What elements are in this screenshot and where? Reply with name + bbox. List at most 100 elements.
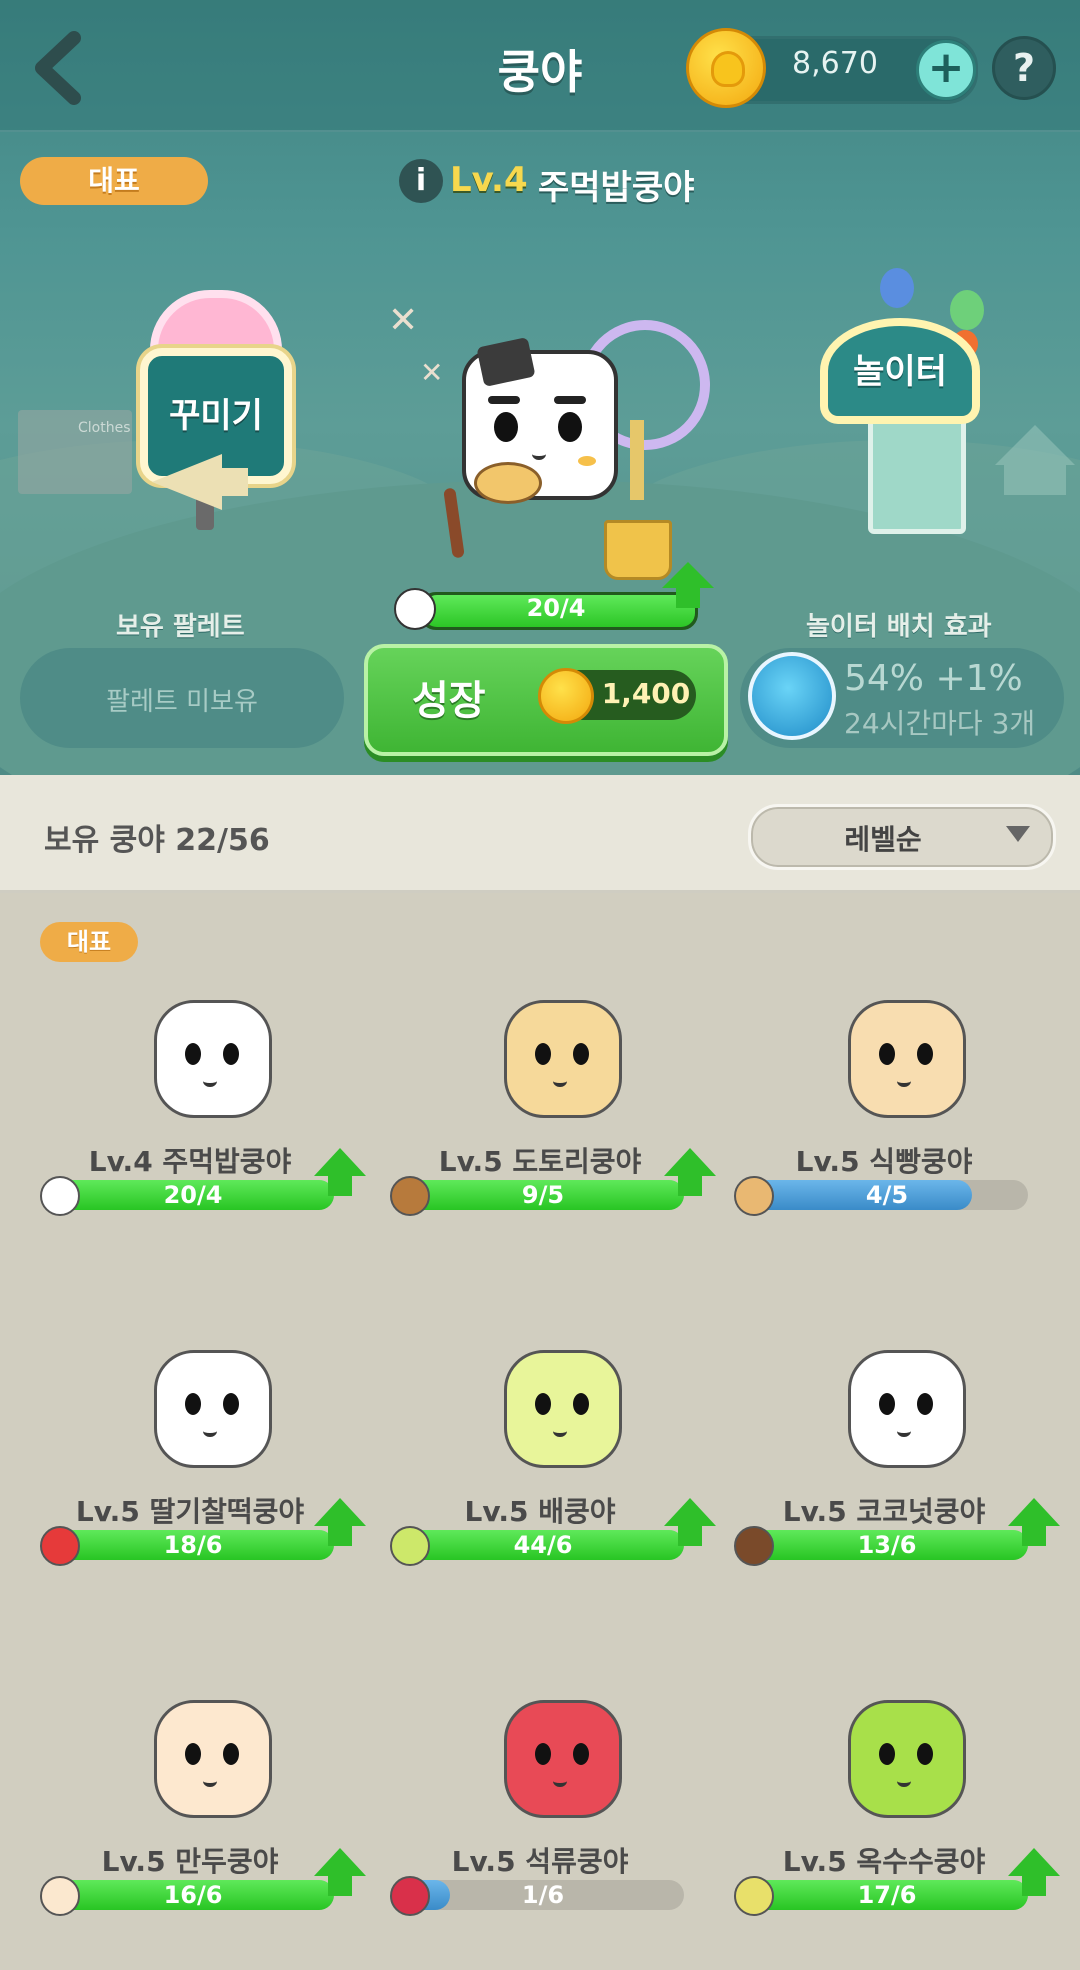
tent-icon bbox=[995, 425, 1075, 495]
coin-value: 8,670 bbox=[792, 46, 878, 81]
character-name: Lv.5 배쿵야 bbox=[464, 1495, 616, 1528]
character-avatar bbox=[504, 1700, 622, 1818]
character-card[interactable]: Lv.5 식빵쿵야 4/5 bbox=[734, 970, 1074, 1270]
character-card[interactable]: Lv.5 만두쿵야 16/6 bbox=[40, 1670, 380, 1970]
effect-rate: 54% +1% bbox=[844, 658, 1023, 699]
growth-arrow-icon bbox=[314, 1148, 366, 1176]
growth-progress-text: 16/6 bbox=[163, 1881, 223, 1909]
character-card[interactable]: Lv.5 배쿵야 44/6 bbox=[390, 1320, 730, 1620]
character-avatar bbox=[848, 1000, 966, 1118]
growth-arrow-icon bbox=[678, 1524, 702, 1546]
character-name: Lv.5 코코넛쿵야 bbox=[782, 1495, 986, 1528]
mouth bbox=[203, 1075, 217, 1087]
character-card[interactable]: Lv.5 코코넛쿵야 13/6 bbox=[734, 1320, 1074, 1620]
eye bbox=[535, 1043, 551, 1065]
character-avatar bbox=[504, 1000, 622, 1118]
character-avatar bbox=[154, 1700, 272, 1818]
character-name-text: 배쿵야 bbox=[528, 1495, 616, 1528]
effect-period: 24시간마다 3개 bbox=[844, 707, 1036, 740]
growth-arrow-icon bbox=[664, 1498, 716, 1526]
character-card[interactable]: Lv.5 딸기찰떡쿵야 18/6 bbox=[40, 1320, 380, 1620]
palette-value: 팔레트 미보유 bbox=[106, 687, 258, 717]
character-name: Lv.5 석류쿵야 bbox=[451, 1845, 629, 1878]
playground-effect-label: 놀이터 배치 효과 bbox=[806, 612, 992, 642]
character-scene: 쿵야 8,670 + ? 대표 i Lv.4 주먹밥쿵야 Clothes 꾸미기… bbox=[0, 0, 1080, 775]
eye bbox=[223, 1043, 239, 1065]
shop-sign: Clothes bbox=[78, 420, 131, 436]
eye bbox=[917, 1743, 933, 1765]
mouth bbox=[897, 1775, 911, 1787]
blush bbox=[578, 456, 596, 466]
character-name-text: 식빵쿵야 bbox=[859, 1145, 973, 1178]
growth-arrow-icon bbox=[1008, 1848, 1060, 1876]
help-button[interactable]: ? bbox=[992, 36, 1056, 100]
growth-arrow-icon bbox=[328, 1524, 352, 1546]
grow-label: 성장 bbox=[412, 678, 486, 724]
character-name: Lv.5 도토리쿵야 bbox=[438, 1145, 642, 1178]
character-card[interactable]: Lv.5 도토리쿵야 9/5 bbox=[390, 970, 730, 1270]
arrow-sign-icon bbox=[214, 468, 248, 496]
character-card[interactable]: Lv.5 옥수수쿵야 17/6 bbox=[734, 1670, 1074, 1970]
owned-count: 보유 쿵야 22/56 bbox=[44, 823, 270, 858]
growth-arrow-icon bbox=[662, 562, 714, 588]
eye bbox=[573, 1043, 589, 1065]
mouth bbox=[203, 1775, 217, 1787]
character-name: Lv.5 만두쿵야 bbox=[101, 1845, 279, 1878]
coin-icon bbox=[538, 668, 594, 724]
eye bbox=[879, 1043, 895, 1065]
growth-arrow-icon bbox=[314, 1498, 366, 1526]
playground-label: 놀이터 bbox=[853, 352, 947, 392]
eye bbox=[185, 1743, 201, 1765]
character-avatar bbox=[504, 1350, 622, 1468]
growth-arrow-icon bbox=[1022, 1524, 1046, 1546]
character-name: Lv.5 옥수수쿵야 bbox=[782, 1845, 986, 1878]
brow bbox=[488, 396, 520, 404]
palette-label: 보유 팔레트 bbox=[116, 612, 245, 642]
character-name: Lv.5 식빵쿵야 bbox=[795, 1145, 973, 1178]
character-avatar bbox=[154, 1350, 272, 1468]
mouth bbox=[553, 1775, 567, 1787]
growth-arrow-icon bbox=[328, 1174, 352, 1196]
growth-arrow-icon bbox=[1008, 1498, 1060, 1526]
coin-icon bbox=[686, 28, 766, 108]
mouth bbox=[897, 1075, 911, 1087]
growth-progress-text: 20/4 bbox=[163, 1181, 223, 1209]
eye bbox=[879, 1393, 895, 1415]
sort-label: 레벨순 bbox=[844, 823, 922, 856]
dragonfly-icon: ✕ bbox=[388, 300, 419, 341]
growth-progress-text: 18/6 bbox=[163, 1531, 223, 1559]
palette-icon bbox=[474, 462, 542, 504]
growth-progress-text: 1/6 bbox=[521, 1881, 565, 1909]
arrow-sign-icon bbox=[152, 454, 222, 510]
mouth bbox=[553, 1075, 567, 1087]
eye bbox=[917, 1393, 933, 1415]
character-avatar bbox=[154, 1000, 272, 1118]
chevron-down-icon bbox=[1006, 826, 1030, 842]
growth-progress-text: 17/6 bbox=[857, 1881, 917, 1909]
eye bbox=[917, 1043, 933, 1065]
growth-arrow-icon bbox=[678, 1174, 702, 1196]
add-coins-button[interactable]: + bbox=[916, 40, 976, 100]
dragonfly-icon: ✕ bbox=[420, 356, 444, 389]
representative-level: Lv.4 bbox=[450, 160, 528, 200]
growth-progress-text: 20/4 bbox=[526, 594, 586, 622]
info-icon[interactable]: i bbox=[399, 159, 443, 203]
character-card[interactable]: Lv.5 석류쿵야 1/6 bbox=[390, 1670, 730, 1970]
character-card[interactable]: Lv.4 주먹밥쿵야 20/4 bbox=[40, 970, 380, 1270]
decorate-label: 꾸미기 bbox=[169, 396, 263, 436]
mouth bbox=[532, 448, 546, 460]
eye bbox=[185, 1393, 201, 1415]
growth-progress-text: 4/5 bbox=[865, 1181, 909, 1209]
mouth bbox=[553, 1425, 567, 1437]
eye bbox=[879, 1743, 895, 1765]
character-name-text: 주먹밥쿵야 bbox=[152, 1145, 292, 1178]
balloon-icon bbox=[950, 290, 984, 330]
eye bbox=[573, 1393, 589, 1415]
growth-progress-text: 44/6 bbox=[513, 1531, 573, 1559]
palette-panel[interactable]: 팔레트 미보유 bbox=[20, 648, 344, 748]
eye bbox=[573, 1743, 589, 1765]
eye bbox=[185, 1043, 201, 1065]
growth-arrow-icon bbox=[328, 1874, 352, 1896]
character-name-text: 만두쿵야 bbox=[165, 1845, 279, 1878]
growth-arrow-icon bbox=[1022, 1874, 1046, 1896]
